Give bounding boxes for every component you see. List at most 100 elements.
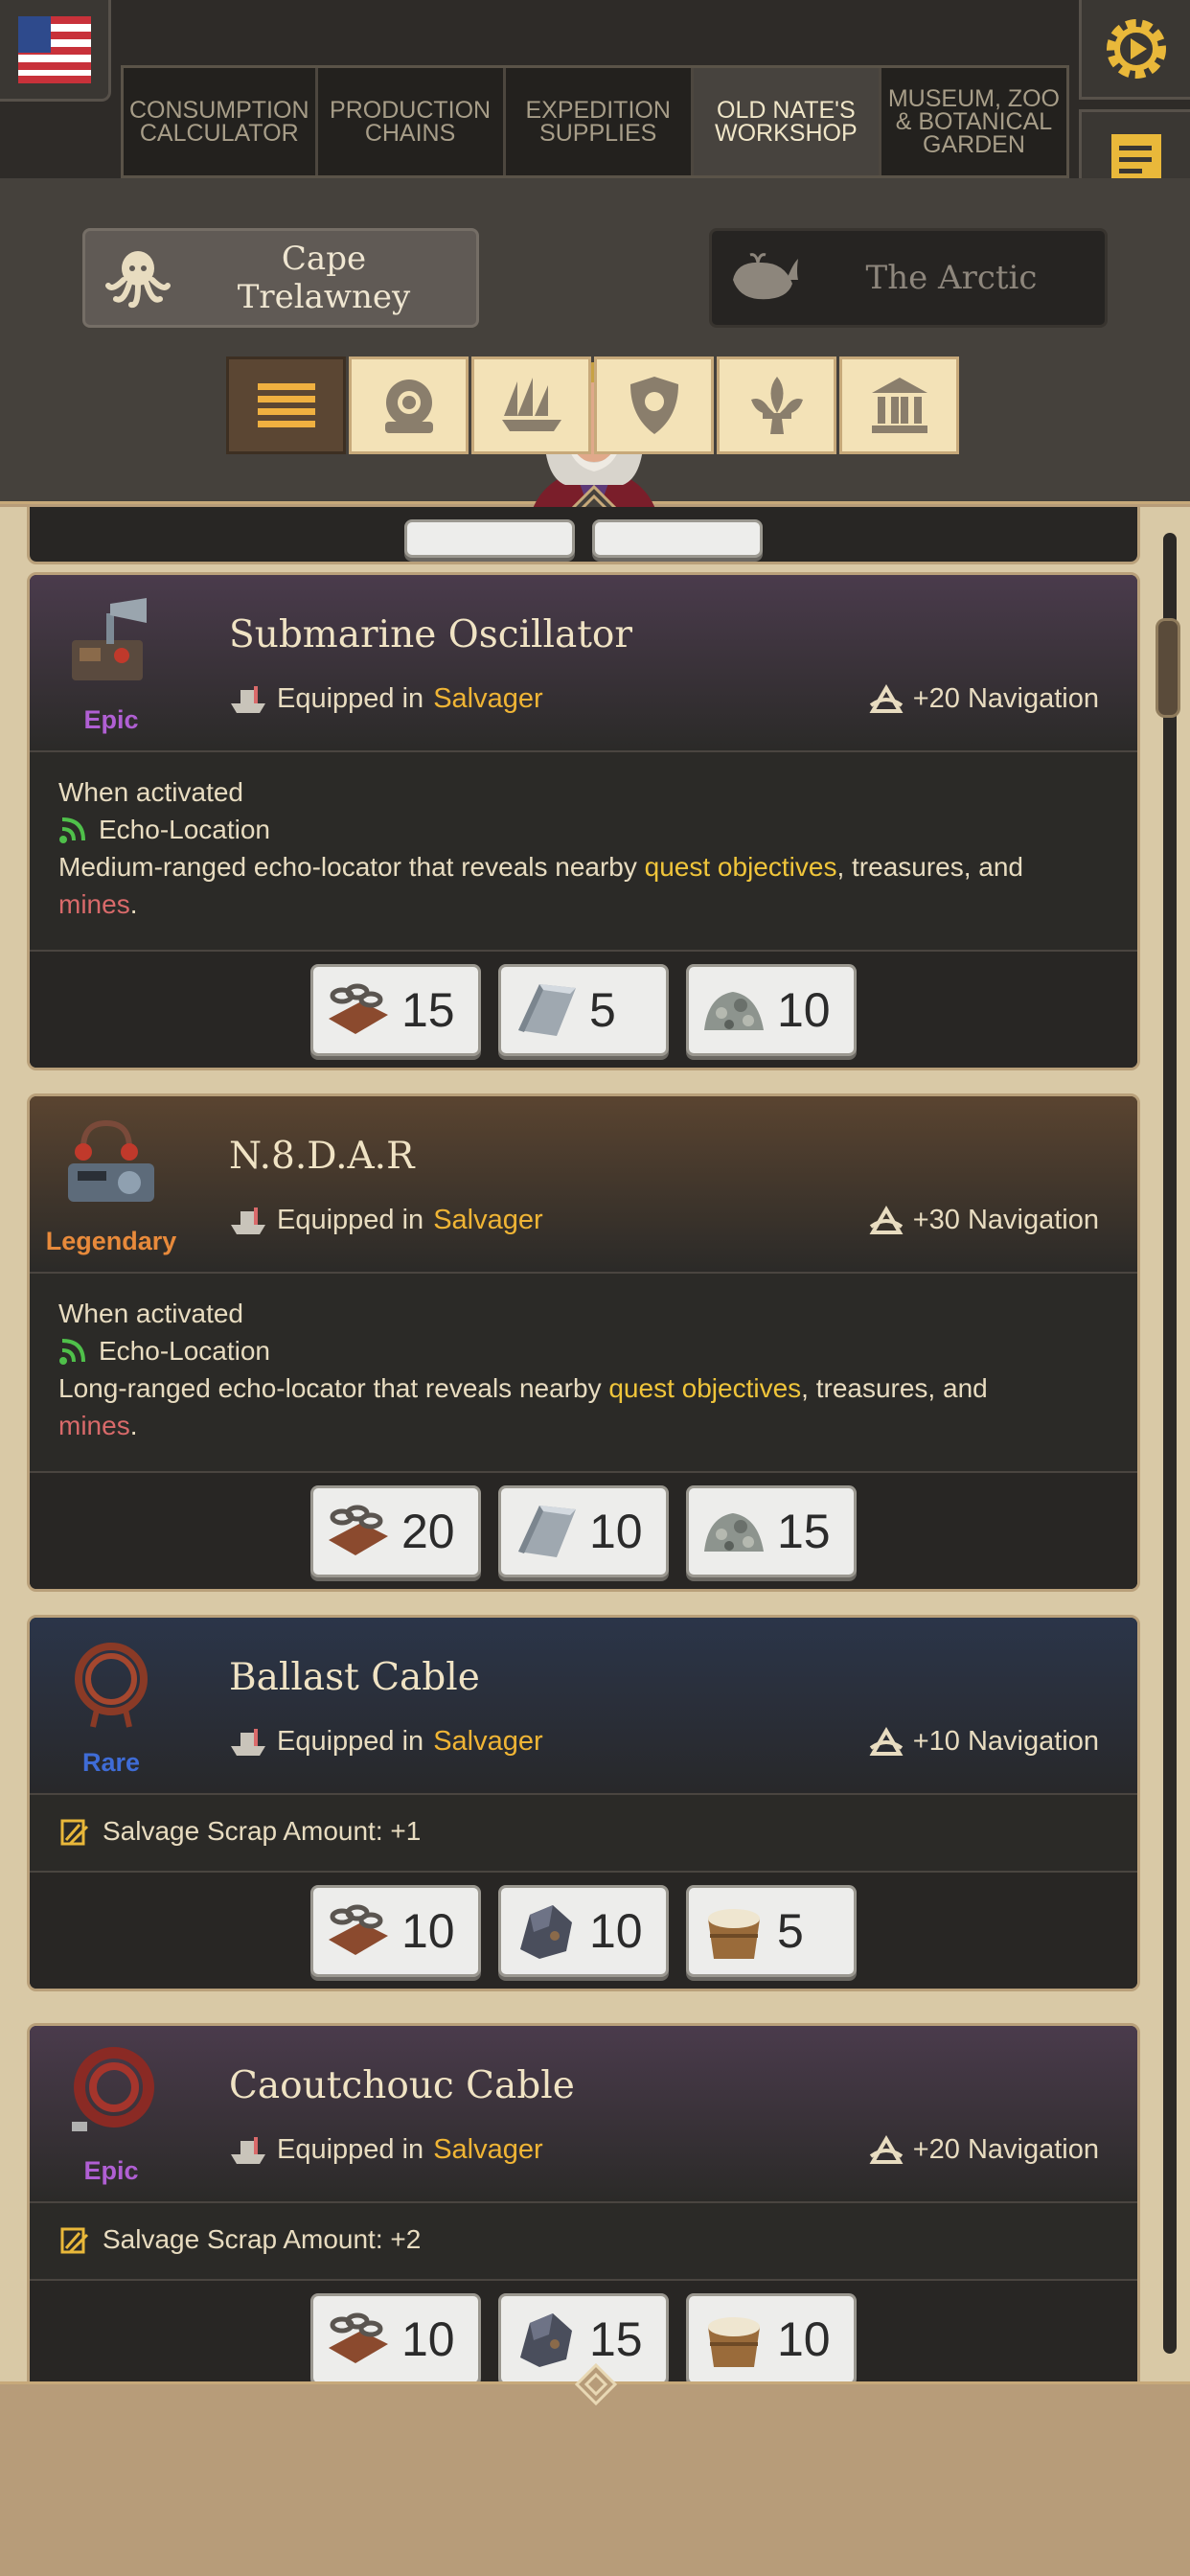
equipped-label: Equipped in	[277, 683, 424, 714]
cost-value: 10	[777, 982, 831, 1037]
cost-value: 10	[401, 1903, 455, 1958]
rarity-label: Epic	[83, 705, 139, 734]
region-button-cape-trelawney[interactable]: Cape Trelawney	[82, 228, 479, 328]
top-bar: Consumption Calculator Production Chains…	[0, 0, 1190, 178]
navigation-stat: +10 Navigation	[869, 1726, 1099, 1758]
equipped-info: Equipped in Salvager	[229, 2134, 543, 2166]
ability-description: Medium-ranged echo-locator that reveals …	[58, 852, 1024, 919]
keyword-mines: mines	[58, 889, 130, 919]
card-description: When activated Echo-Location Medium-rang…	[30, 750, 1137, 950]
salvager-ship-icon	[231, 685, 265, 713]
ship-link[interactable]: Salvager	[433, 1726, 542, 1758]
activation-label: When activated	[58, 777, 243, 807]
ability-name: Echo-Location	[99, 1336, 271, 1366]
ability-description: Long-ranged echo-locator that reveals ne…	[58, 1373, 988, 1440]
museum-icon	[871, 378, 927, 433]
item-name: N.8.D.A.R	[229, 1135, 415, 1178]
scrollbar-thumb[interactable]	[1156, 618, 1180, 718]
region-label: Cape Trelawney	[237, 240, 411, 316]
stat-value: +10 Navigation	[912, 1726, 1099, 1757]
chain-icon	[321, 973, 396, 1047]
cost-value: 10	[401, 2312, 455, 2366]
cost-item	[592, 519, 763, 558]
region-button-the-arctic[interactable]: The Arctic	[709, 228, 1108, 328]
divider-ornament-icon	[575, 2363, 617, 2405]
language-button[interactable]	[0, 0, 111, 102]
radar-device-icon	[68, 1119, 154, 1202]
salvager-ship-icon	[231, 1728, 265, 1756]
equipped-label: Equipped in	[277, 2134, 424, 2165]
filter-museum[interactable]	[839, 356, 959, 454]
rarity-label: Epic	[83, 2156, 139, 2185]
settings-button[interactable]	[1079, 0, 1190, 100]
item-name: Caoutchouc Cable	[229, 2064, 575, 2107]
whale-icon	[712, 251, 817, 305]
category-filters	[226, 356, 959, 454]
salvage-scrap-icon	[60, 1819, 89, 1845]
scrollbar-track[interactable]	[1163, 533, 1177, 2354]
keyword-quest-objectives: quest objectives	[608, 1373, 802, 1403]
ability-name: Echo-Location	[99, 815, 271, 844]
sextant-icon	[869, 2134, 904, 2164]
effect-text: Salvage Scrap Amount: +1	[103, 1816, 422, 1846]
tab-consumption-calculator[interactable]: Consumption Calculator	[124, 68, 318, 175]
filter-fleur-de-lis[interactable]	[717, 356, 836, 454]
cost-row: 20 10 15	[30, 1471, 1137, 1589]
cost-item: 15	[310, 963, 481, 1056]
cost-row: 10 10 5	[30, 1871, 1137, 1989]
item-list[interactable]: Epic Submarine Oscillator Equipped in Sa…	[0, 507, 1190, 2381]
signal-icon	[59, 816, 85, 843]
item-card[interactable]: Epic Caoutchouc Cable Equipped in Salvag…	[27, 2023, 1140, 2381]
previous-card-partial	[27, 507, 1140, 564]
cost-item: 10	[686, 2292, 857, 2381]
item-card[interactable]: Rare Ballast Cable Equipped in Salvager …	[27, 1615, 1140, 1991]
scrap-pile-icon	[697, 973, 771, 1047]
ship-link[interactable]: Salvager	[433, 2134, 542, 2166]
tab-museum-zoo-botanical-garden[interactable]: Museum, Zoo & Botanical Garden	[881, 68, 1066, 175]
chain-icon	[321, 1494, 396, 1569]
ore-icon	[509, 2302, 584, 2377]
rubber-hose-icon	[72, 2047, 154, 2131]
cost-value: 15	[777, 1504, 831, 1558]
footer-panel	[0, 2363, 1190, 2576]
main-tabs: Consumption Calculator Production Chains…	[121, 65, 1069, 178]
sextant-icon	[869, 683, 904, 713]
equipped-info: Equipped in Salvager	[229, 1205, 543, 1236]
cost-item: 10	[686, 963, 857, 1056]
chain-icon	[321, 1894, 396, 1968]
fleur-de-lis-icon	[750, 377, 803, 434]
filter-all[interactable]	[226, 356, 346, 454]
sextant-icon	[869, 1205, 904, 1234]
steel-ingot-icon	[509, 1494, 584, 1569]
tab-old-nates-workshop[interactable]: Old Nate's Workshop	[693, 68, 881, 175]
scrap-pile-icon	[697, 1494, 771, 1569]
filter-diving[interactable]	[349, 356, 469, 454]
cost-item: 10	[310, 2292, 481, 2381]
region-panel: Cape Trelawney The Arctic	[0, 178, 1190, 533]
salvager-ship-icon	[231, 1207, 265, 1234]
tab-expedition-supplies[interactable]: Expedition Supplies	[506, 68, 694, 175]
salvage-scrap-icon	[60, 2227, 89, 2253]
cost-item: 10	[498, 1884, 669, 1977]
item-name: Ballast Cable	[229, 1656, 480, 1699]
cost-item: 15	[686, 1484, 857, 1577]
cable-coil-icon	[75, 1643, 148, 1728]
cost-item	[404, 519, 575, 558]
navigation-stat: +30 Navigation	[869, 1205, 1099, 1236]
navigation-stat: +20 Navigation	[869, 2134, 1099, 2166]
ship-link[interactable]: Salvager	[433, 1205, 542, 1236]
ship-link[interactable]: Salvager	[433, 683, 542, 715]
filter-ships[interactable]	[471, 356, 591, 454]
item-card[interactable]: Legendary N.8.D.A.R Equipped in Salvager…	[27, 1093, 1140, 1592]
rarity-label: Rare	[81, 1748, 141, 1777]
effect-text: Salvage Scrap Amount: +2	[103, 2224, 422, 2254]
item-name: Submarine Oscillator	[229, 613, 633, 656]
filter-defense[interactable]	[594, 356, 714, 454]
tab-production-chains[interactable]: Production Chains	[318, 68, 506, 175]
cost-value: 10	[589, 1504, 643, 1558]
item-card[interactable]: Epic Submarine Oscillator Equipped in Sa…	[27, 572, 1140, 1070]
cost-value: 5	[777, 1903, 804, 1958]
region-label: The Arctic	[865, 259, 1038, 297]
stat-value: +20 Navigation	[912, 683, 1099, 714]
navigation-stat: +20 Navigation	[869, 683, 1099, 715]
